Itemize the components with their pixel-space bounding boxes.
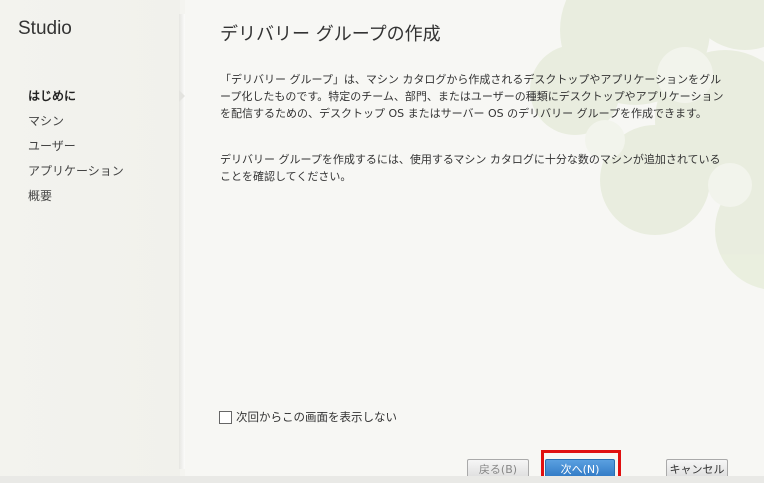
step-users: ユーザー: [28, 139, 76, 153]
step-introduction: はじめに: [28, 89, 77, 103]
app-title: Studio: [18, 18, 72, 39]
main-panel: デリバリー グループの作成 「デリバリー グループ」は、マシン カタログから作成…: [185, 0, 764, 483]
intro-paragraph: 「デリバリー グループ」は、マシン カタログから作成されるデスクトップやアプリケ…: [220, 73, 724, 120]
step-applications: アプリケーション: [28, 164, 124, 178]
skip-intro-checkbox[interactable]: [219, 410, 232, 424]
skip-intro-option[interactable]: 次回からこの画面を表示しない: [219, 409, 397, 425]
step-summary: 概要: [28, 189, 53, 203]
wizard-steps: はじめに マシン ユーザー アプリケーション 概要: [28, 87, 124, 212]
skip-intro-label: 次回からこの画面を表示しない: [236, 410, 397, 424]
page-title: デリバリー グループの作成: [220, 24, 441, 45]
step-machines: マシン: [28, 114, 65, 128]
requirement-paragraph: デリバリー グループを作成するには、使用するマシン カタログに十分な数のマシンが…: [220, 153, 721, 183]
wizard-sidebar: Studio はじめに マシン ユーザー アプリケーション 概要: [0, 0, 180, 483]
bottom-edge: [0, 476, 764, 483]
